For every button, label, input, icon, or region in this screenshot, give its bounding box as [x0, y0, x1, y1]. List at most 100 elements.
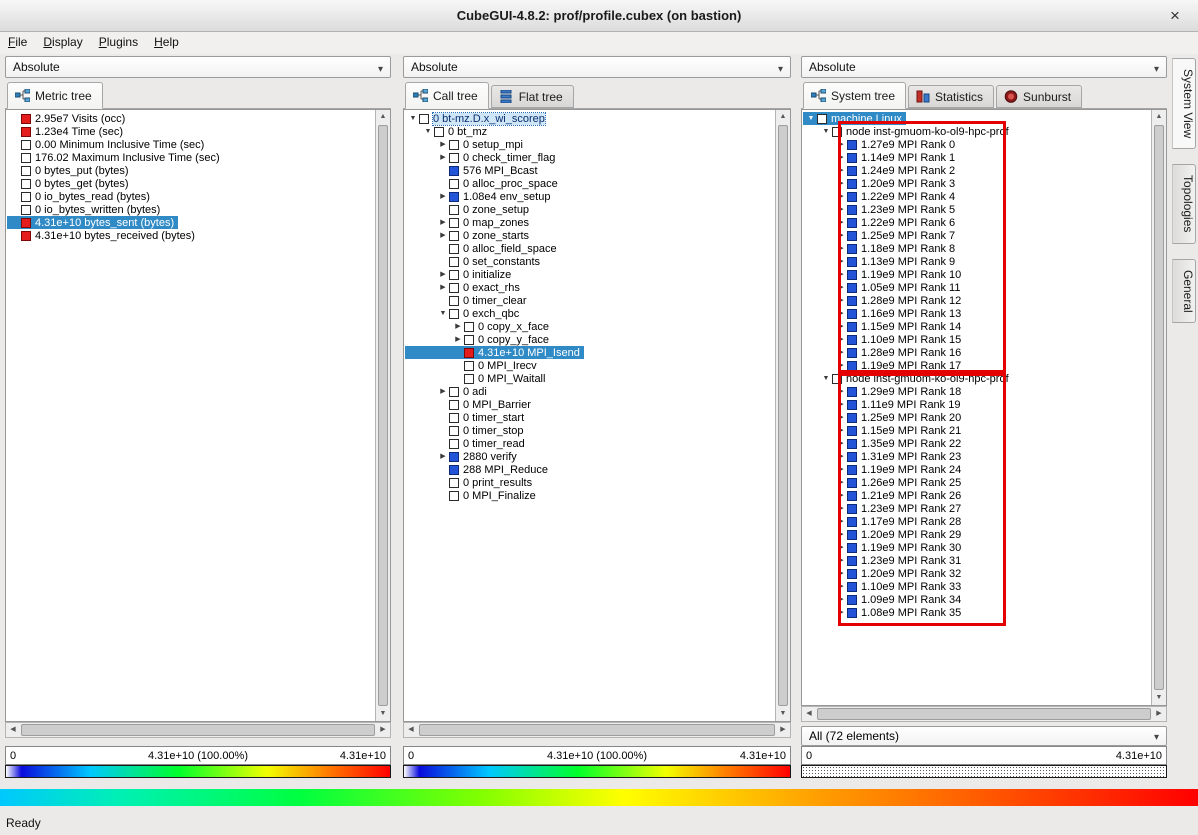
expand-icon[interactable]: ▶: [452, 333, 464, 346]
tab-call-tree[interactable]: Call tree: [405, 82, 489, 109]
tab-statistics[interactable]: Statistics: [908, 85, 994, 108]
metric-vertical-scrollbar[interactable]: ▲ ▼: [375, 110, 390, 721]
expand-icon[interactable]: ▶: [437, 385, 449, 398]
expand-icon[interactable]: ▶: [437, 281, 449, 294]
menu-plugins[interactable]: Plugins: [91, 32, 146, 53]
tree-row[interactable]: 0 bytes_get (bytes): [7, 177, 133, 190]
tree-row[interactable]: 176.02 Maximum Inclusive Time (sec): [7, 151, 224, 164]
tree-row[interactable]: 0 io_bytes_written (bytes): [7, 203, 164, 216]
side-tab-general[interactable]: General: [1172, 259, 1196, 324]
metric-horizontal-scrollbar[interactable]: ◀ ▶: [5, 722, 391, 738]
scroll-left-icon[interactable]: ◀: [404, 723, 418, 737]
tree-row[interactable]: 0 MPI_Irecv: [405, 359, 541, 372]
expand-icon[interactable]: ▶: [452, 320, 464, 333]
system-filter-combo[interactable]: All (72 elements) ▾: [801, 726, 1167, 746]
expand-icon[interactable]: ▶: [437, 138, 449, 151]
tree-row[interactable]: ▶0 copy_y_face: [405, 333, 553, 346]
tree-row[interactable]: ▶0 zone_starts: [405, 229, 533, 242]
scroll-right-icon[interactable]: ▶: [776, 723, 790, 737]
system-vertical-scrollbar[interactable]: ▲ ▼: [1151, 110, 1166, 705]
scroll-up-icon[interactable]: ▲: [376, 110, 390, 124]
tree-row[interactable]: 0 MPI_Barrier: [405, 398, 535, 411]
call-horizontal-scrollbar[interactable]: ◀ ▶: [403, 722, 791, 738]
scrollbar-thumb[interactable]: [378, 125, 388, 706]
tree-row[interactable]: 0 MPI_Waitall: [405, 372, 549, 385]
collapse-icon[interactable]: ▼: [437, 307, 449, 320]
tree-row[interactable]: ▼0 bt_mz: [405, 125, 491, 138]
scroll-up-icon[interactable]: ▲: [776, 110, 790, 124]
tree-row[interactable]: ▼0 bt-mz.D.x_wi_scorep: [405, 112, 549, 125]
collapse-icon[interactable]: ▼: [407, 112, 419, 125]
scroll-right-icon[interactable]: ▶: [376, 723, 390, 737]
scroll-left-icon[interactable]: ◀: [6, 723, 20, 737]
scrollbar-thumb[interactable]: [817, 708, 1151, 720]
tree-row[interactable]: 4.31e+10 bytes_received (bytes): [7, 229, 199, 242]
expand-icon[interactable]: ▶: [437, 190, 449, 203]
expand-icon[interactable]: ▶: [437, 450, 449, 463]
expand-icon[interactable]: ▶: [437, 151, 449, 164]
tree-row[interactable]: 576 MPI_Bcast: [405, 164, 542, 177]
tab-sunburst[interactable]: Sunburst: [996, 85, 1082, 108]
scrollbar-thumb[interactable]: [21, 724, 375, 736]
tree-row[interactable]: ▼0 exch_qbc: [405, 307, 523, 320]
tree-row[interactable]: 0 alloc_proc_space: [405, 177, 562, 190]
scrollbar-thumb[interactable]: [778, 125, 788, 706]
scroll-down-icon[interactable]: ▼: [1152, 691, 1166, 705]
tree-row[interactable]: ▶0 setup_mpi: [405, 138, 527, 151]
tree-row[interactable]: 0 print_results: [405, 476, 536, 489]
menu-file[interactable]: File: [0, 32, 35, 53]
system-value-mode-combo[interactable]: Absolute ▾: [801, 56, 1167, 78]
tree-row[interactable]: 0.00 Minimum Inclusive Time (sec): [7, 138, 208, 151]
tree-row[interactable]: 288 MPI_Reduce: [405, 463, 552, 476]
tree-row[interactable]: 0 alloc_field_space: [405, 242, 561, 255]
tab-system-tree[interactable]: System tree: [803, 82, 906, 109]
system-horizontal-scrollbar[interactable]: ◀ ▶: [801, 706, 1167, 722]
collapse-icon[interactable]: ▼: [820, 372, 832, 385]
tree-row[interactable]: 2.95e7 Visits (occ): [7, 112, 129, 125]
scrollbar-thumb[interactable]: [1154, 125, 1164, 690]
tree-row[interactable]: 0 timer_start: [405, 411, 528, 424]
tree-row[interactable]: 0 timer_stop: [405, 424, 528, 437]
call-vertical-scrollbar[interactable]: ▲ ▼: [775, 110, 790, 721]
call-value-mode-combo[interactable]: Absolute ▾: [403, 56, 791, 78]
tree-row[interactable]: 0 set_constants: [405, 255, 544, 268]
tree-row[interactable]: 0 timer_read: [405, 437, 529, 450]
tree-row[interactable]: ▶0 exact_rhs: [405, 281, 524, 294]
tree-row[interactable]: ▶2880 verify: [405, 450, 521, 463]
side-tab-topologies[interactable]: Topologies: [1172, 164, 1196, 243]
side-tab-system-view[interactable]: System View: [1172, 58, 1196, 149]
tree-row[interactable]: ▶0 map_zones: [405, 216, 533, 229]
scroll-down-icon[interactable]: ▼: [776, 707, 790, 721]
collapse-icon[interactable]: ▼: [805, 112, 817, 125]
menu-help[interactable]: Help: [146, 32, 187, 53]
tree-row[interactable]: 4.31e+10 bytes_sent (bytes): [7, 216, 178, 229]
collapse-icon[interactable]: ▼: [422, 125, 434, 138]
tab-metric-tree[interactable]: Metric tree: [7, 82, 103, 109]
scroll-down-icon[interactable]: ▼: [376, 707, 390, 721]
tree-row[interactable]: ▶0 copy_x_face: [405, 320, 553, 333]
severity-box-icon: [21, 192, 31, 202]
scroll-right-icon[interactable]: ▶: [1152, 707, 1166, 721]
collapse-icon[interactable]: ▼: [820, 125, 832, 138]
expand-icon[interactable]: ▶: [437, 229, 449, 242]
tree-row[interactable]: 0 bytes_put (bytes): [7, 164, 133, 177]
tree-row[interactable]: ▶1.08e4 env_setup: [405, 190, 554, 203]
tree-row[interactable]: ▶0 check_timer_flag: [405, 151, 559, 164]
metric-value-mode-combo[interactable]: Absolute ▾: [5, 56, 391, 78]
scroll-left-icon[interactable]: ◀: [802, 707, 816, 721]
expand-icon[interactable]: ▶: [437, 216, 449, 229]
scroll-up-icon[interactable]: ▲: [1152, 110, 1166, 124]
menu-display[interactable]: Display: [35, 32, 90, 53]
expand-icon[interactable]: ▶: [437, 268, 449, 281]
tree-row[interactable]: 0 zone_setup: [405, 203, 533, 216]
tab-flat-tree[interactable]: Flat tree: [491, 85, 574, 108]
close-icon[interactable]: ×: [1164, 5, 1186, 27]
tree-row[interactable]: 0 timer_clear: [405, 294, 531, 307]
tree-row[interactable]: 0 MPI_Finalize: [405, 489, 540, 502]
tree-row[interactable]: 4.31e+10 MPI_Isend: [405, 346, 584, 359]
tree-row[interactable]: 1.23e4 Time (sec): [7, 125, 127, 138]
scrollbar-thumb[interactable]: [419, 724, 775, 736]
tree-row[interactable]: 0 io_bytes_read (bytes): [7, 190, 154, 203]
tree-row[interactable]: ▶0 adi: [405, 385, 491, 398]
tree-row[interactable]: ▶0 initialize: [405, 268, 515, 281]
